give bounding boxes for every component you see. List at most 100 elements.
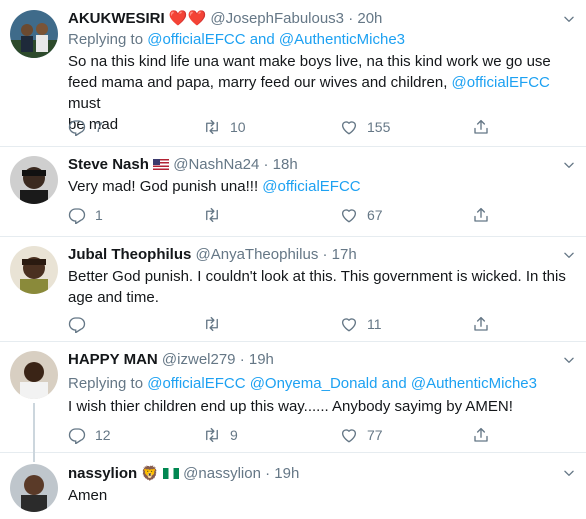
reply-button[interactable]: 1 xyxy=(68,205,103,225)
avatar[interactable] xyxy=(10,246,58,294)
caret-down-icon[interactable] xyxy=(562,353,576,367)
retweet-button[interactable] xyxy=(203,314,230,334)
retweet-button[interactable]: 10 xyxy=(203,117,246,137)
tweet-happy-man[interactable]: HAPPY MAN @izwel279 · 19h Replying to @o… xyxy=(0,341,586,453)
retweet-count: 10 xyxy=(230,119,246,135)
display-name[interactable]: HAPPY MAN xyxy=(68,351,158,368)
avatar[interactable] xyxy=(10,156,58,204)
retweet-icon xyxy=(203,426,221,444)
timestamp[interactable]: 20h xyxy=(357,10,382,27)
lion-emoji: 🦁 xyxy=(141,465,159,481)
like-count: 155 xyxy=(367,119,391,135)
like-button[interactable]: 11 xyxy=(340,314,382,334)
like-count: 77 xyxy=(367,427,383,443)
timestamp[interactable]: 17h xyxy=(332,246,357,263)
tweet-text-line: Very mad! God punish una!!! xyxy=(68,178,259,195)
avatar[interactable] xyxy=(10,351,58,399)
timestamp[interactable]: 19h xyxy=(274,465,299,482)
tweet-text: Amen xyxy=(68,485,568,506)
tweet-text-line: feed mama and papa, marry feed our wives… xyxy=(68,74,448,91)
like-icon xyxy=(340,118,358,136)
tweet-header: HAPPY MAN @izwel279 · 19h xyxy=(68,350,274,370)
tweet-header: nassylion 🦁 @nassylion · 19h xyxy=(68,463,299,484)
reply-icon xyxy=(68,426,86,444)
replying-to-users[interactable]: @officialEFCC @Onyema_Donald and @Authen… xyxy=(147,375,537,392)
like-button[interactable]: 155 xyxy=(340,117,390,137)
retweet-icon xyxy=(203,118,221,136)
user-handle[interactable]: @JosephFabulous3 xyxy=(210,10,344,27)
tweet-header: AKUKWESIRI ❤️❤️ @JosephFabulous3 · 20h xyxy=(68,9,382,29)
tweet-text: I wish thier children end up this way...… xyxy=(68,396,568,417)
tweet-actions: 11 xyxy=(68,314,508,334)
separator-dot: · xyxy=(322,246,328,263)
thread-line xyxy=(33,403,35,452)
reply-button[interactable]: 12 xyxy=(68,425,111,445)
separator-dot: · xyxy=(239,351,245,368)
us-flag-icon xyxy=(153,159,170,170)
share-button[interactable] xyxy=(472,425,490,445)
tweet-actions: 12 9 77 xyxy=(68,425,508,445)
share-icon xyxy=(472,206,490,224)
share-icon xyxy=(472,426,490,444)
retweet-icon xyxy=(203,315,221,333)
timestamp[interactable]: 19h xyxy=(249,351,274,368)
caret-down-icon[interactable] xyxy=(562,466,576,480)
display-name[interactable]: Steve Nash xyxy=(68,156,149,173)
avatar[interactable] xyxy=(10,464,58,512)
mention-link[interactable]: @officialEFCC xyxy=(262,178,360,195)
reply-count: 12 xyxy=(95,427,111,443)
like-button[interactable]: 67 xyxy=(340,205,383,225)
reply-count: 7 xyxy=(95,119,103,135)
reply-button[interactable]: 7 xyxy=(68,117,103,137)
mention-link[interactable]: @officialEFCC xyxy=(452,74,550,91)
share-icon xyxy=(472,118,490,136)
tweet-jubal-theophilus[interactable]: Jubal Theophilus @AnyaTheophilus · 17h B… xyxy=(0,236,586,342)
tweet-header: Jubal Theophilus @AnyaTheophilus · 17h xyxy=(68,245,357,265)
avatar[interactable] xyxy=(10,10,58,58)
tweet-text-line: Amen xyxy=(68,487,108,504)
like-button[interactable]: 77 xyxy=(340,425,383,445)
separator-dot: · xyxy=(263,156,269,173)
reply-button[interactable] xyxy=(68,314,95,334)
like-icon xyxy=(340,315,358,333)
tweet-text: Very mad! God punish una!!! @officialEFC… xyxy=(68,176,568,197)
display-name[interactable]: Jubal Theophilus xyxy=(68,246,191,263)
retweet-button[interactable] xyxy=(203,205,230,225)
nigeria-flag-icon xyxy=(162,468,179,479)
like-count: 11 xyxy=(367,316,382,332)
retweet-icon xyxy=(203,206,221,224)
tweet-text-line: age and time. xyxy=(68,289,159,306)
heart-emoji: ❤️❤️ xyxy=(168,10,207,27)
user-handle[interactable]: @NashNa24 xyxy=(173,156,259,173)
like-count: 67 xyxy=(367,207,383,223)
timestamp[interactable]: 18h xyxy=(273,156,298,173)
tweet-akukwesiri[interactable]: AKUKWESIRI ❤️❤️ @JosephFabulous3 · 20h R… xyxy=(0,0,586,147)
retweet-button[interactable]: 9 xyxy=(203,425,238,445)
display-name[interactable]: AKUKWESIRI xyxy=(68,10,165,27)
tweet-actions: 7 10 155 xyxy=(68,117,508,137)
like-icon xyxy=(340,206,358,224)
share-button[interactable] xyxy=(472,117,490,137)
retweet-count: 9 xyxy=(230,427,238,443)
tweet-header: Steve Nash @NashNa24 · 18h xyxy=(68,155,298,175)
separator-dot: · xyxy=(265,465,271,482)
thread-line xyxy=(33,452,35,462)
caret-down-icon[interactable] xyxy=(562,248,576,262)
user-handle[interactable]: @izwel279 xyxy=(162,351,236,368)
share-button[interactable] xyxy=(472,314,490,334)
tweet-text-line: must xyxy=(68,95,101,112)
user-handle[interactable]: @AnyaTheophilus xyxy=(196,246,319,263)
tweet-steve-nash[interactable]: Steve Nash @NashNa24 · 18h Very mad! God… xyxy=(0,146,586,237)
user-handle[interactable]: @nassylion xyxy=(183,465,261,482)
tweet-nassylion[interactable]: nassylion 🦁 @nassylion · 19h Amen xyxy=(0,452,586,519)
display-name[interactable]: nassylion xyxy=(68,465,137,482)
caret-down-icon[interactable] xyxy=(562,12,576,26)
tweet-text-line: I wish thier children end up this way...… xyxy=(68,398,513,415)
reply-icon xyxy=(68,315,86,333)
share-button[interactable] xyxy=(472,205,490,225)
like-icon xyxy=(340,426,358,444)
replying-to-users[interactable]: @officialEFCC and @AuthenticMiche3 xyxy=(147,31,405,48)
reply-count: 1 xyxy=(95,207,103,223)
replying-to: Replying to @officialEFCC and @Authentic… xyxy=(68,30,405,50)
caret-down-icon[interactable] xyxy=(562,158,576,172)
